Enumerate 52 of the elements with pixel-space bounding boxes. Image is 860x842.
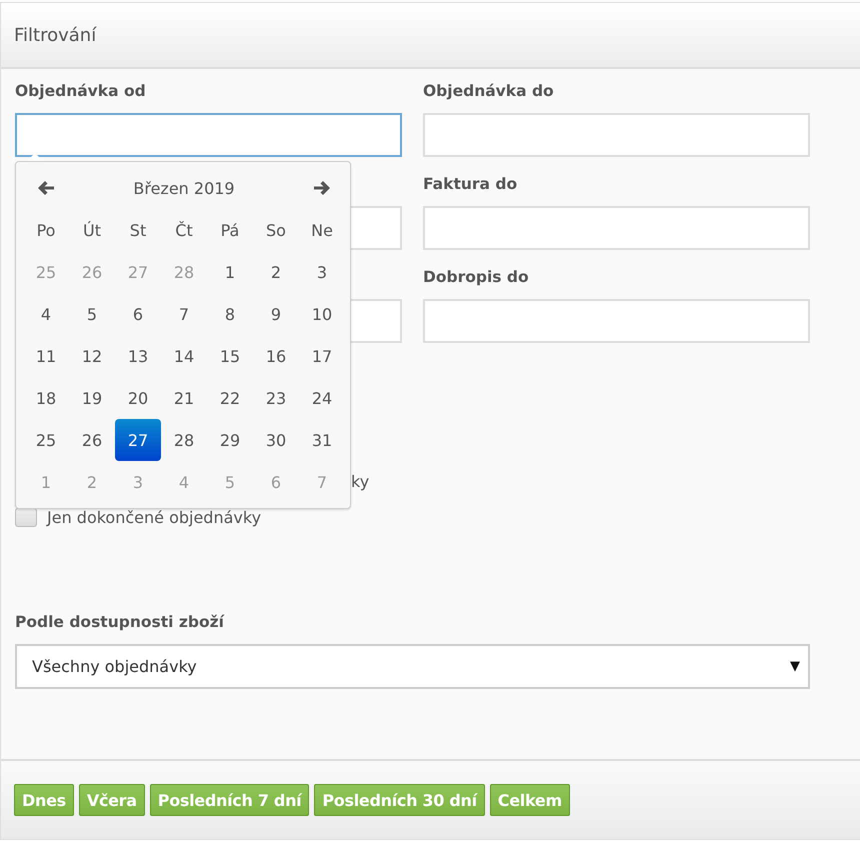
weekday-label: Ne xyxy=(310,220,334,242)
calendar-day[interactable]: 3 xyxy=(299,251,345,293)
weekday-label: St xyxy=(128,220,148,242)
calendar-day[interactable]: 19 xyxy=(69,377,115,419)
field-label: Faktura do xyxy=(423,175,518,195)
checkbox-label: ky xyxy=(351,472,370,490)
calendar-day[interactable]: 24 xyxy=(299,377,345,419)
calendar-day[interactable]: 22 xyxy=(207,377,253,419)
weekday-label: Po xyxy=(36,220,56,242)
calendar-day[interactable]: 5 xyxy=(69,293,115,335)
checkbox[interactable] xyxy=(15,508,37,526)
calendar-day[interactable]: 9 xyxy=(253,293,299,335)
checkbox-label: Jen dokončené objednávky xyxy=(47,508,262,526)
calendar-day[interactable]: 25 xyxy=(23,419,69,461)
date-input-field[interactable] xyxy=(15,113,402,157)
calendar-day[interactable]: 20 xyxy=(115,377,161,419)
calendar-day[interactable]: 18 xyxy=(23,377,69,419)
calendar-day[interactable]: 21 xyxy=(161,377,207,419)
calendar-day[interactable]: 17 xyxy=(299,335,345,377)
calendar-day[interactable]: 1 xyxy=(207,251,253,293)
calendar-day[interactable]: 12 xyxy=(69,335,115,377)
calendar-day[interactable]: 14 xyxy=(161,335,207,377)
calendar-day[interactable]: 6 xyxy=(115,293,161,335)
calendar-day[interactable]: 10 xyxy=(299,293,345,335)
calendar-day[interactable]: 29 xyxy=(207,419,253,461)
calendar-day[interactable]: 4 xyxy=(23,293,69,335)
field-label: Dobropis do xyxy=(423,268,530,288)
panel-title: Filtrování xyxy=(14,24,96,46)
dropdown-select[interactable]: Všechny objednávky ▼ xyxy=(15,644,810,689)
calendar-day[interactable]: 30 xyxy=(253,419,299,461)
calendar-day[interactable]: 8 xyxy=(207,293,253,335)
weekday-label: Pá xyxy=(220,220,240,242)
calendar-day[interactable]: 2 xyxy=(253,251,299,293)
calendar-day[interactable]: 7 xyxy=(161,293,207,335)
calendar-day[interactable]: 31 xyxy=(299,419,345,461)
calendar-day[interactable]: 16 xyxy=(253,335,299,377)
selected-day[interactable]: 27 xyxy=(115,419,161,461)
calendar-day[interactable]: 15 xyxy=(207,335,253,377)
field-label: Objednávka do xyxy=(423,82,555,102)
calendar-day[interactable]: 23 xyxy=(253,377,299,419)
select-label: Podle dostupnosti zboží xyxy=(15,613,226,633)
month-title: Březen 2019 xyxy=(132,178,236,200)
calendar-day[interactable]: 26 xyxy=(69,419,115,461)
previous-month-icon[interactable] xyxy=(37,180,55,196)
weekday-label: Čt xyxy=(174,220,194,242)
calendar-day[interactable]: 28 xyxy=(161,419,207,461)
calendar-day[interactable]: 11 xyxy=(23,335,69,377)
weekday-label: Út xyxy=(82,220,102,242)
weekday-label: So xyxy=(265,220,287,242)
field-label: Objednávka od xyxy=(15,82,147,102)
calendar-day[interactable]: 13 xyxy=(115,335,161,377)
next-month-icon[interactable] xyxy=(313,180,331,196)
